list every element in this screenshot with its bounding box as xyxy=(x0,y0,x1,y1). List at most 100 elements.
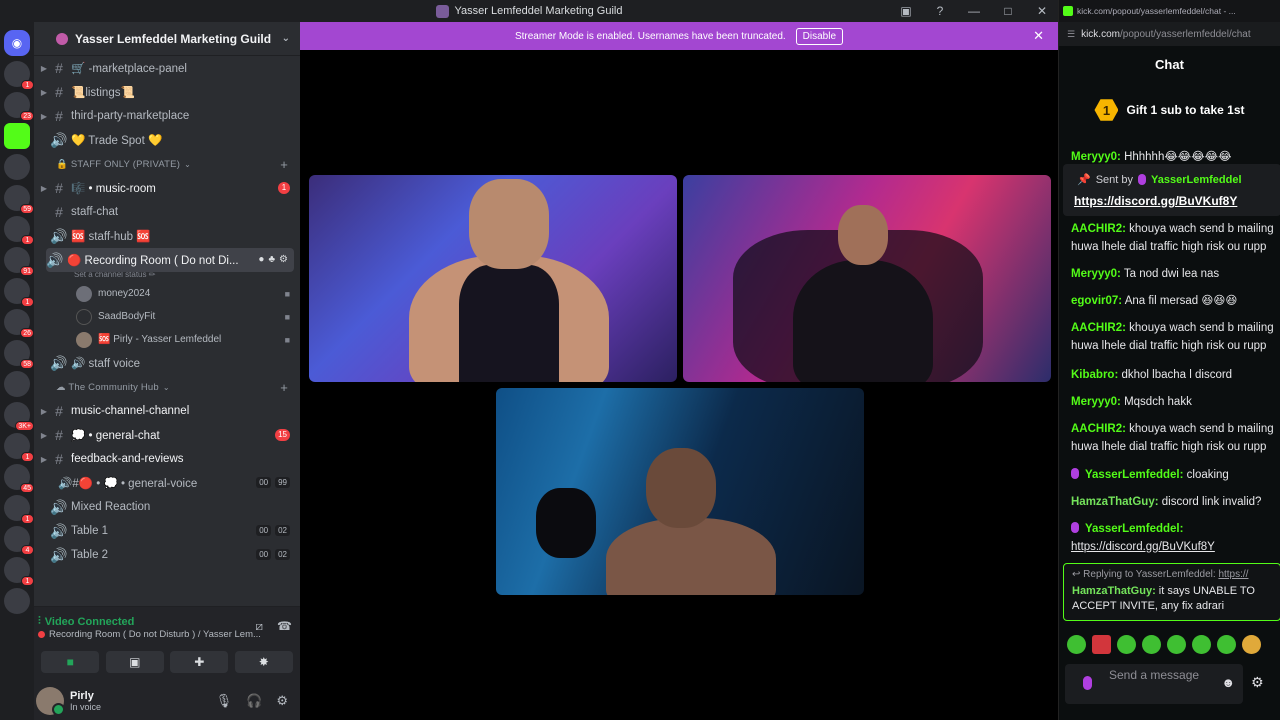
gear-icon[interactable]: ⚙ xyxy=(279,254,288,265)
chat-username[interactable]: AACHIR2: xyxy=(1071,223,1126,235)
channel-mixed-reaction[interactable]: 🔊 Mixed Reaction xyxy=(34,495,300,519)
emote-icon[interactable] xyxy=(1117,635,1136,654)
server-icon[interactable] xyxy=(4,371,30,397)
inbox-icon[interactable]: ▣ xyxy=(898,4,914,18)
chat-link[interactable]: https://discord.gg/BuVKuf8Y xyxy=(1071,541,1215,553)
gear-icon[interactable]: ⚙ xyxy=(1251,674,1264,691)
emote-icon[interactable] xyxy=(1067,635,1086,654)
server-icon[interactable]: 1 xyxy=(4,557,34,586)
chat-username[interactable]: YasserLemfeddel: xyxy=(1085,523,1183,535)
avatar[interactable] xyxy=(36,687,65,716)
chat-username[interactable]: HamzaThatGuy: xyxy=(1071,496,1159,508)
chat-bubble-icon[interactable]: ● xyxy=(258,254,264,265)
gift-sub-banner[interactable]: 1 Gift 1 sub to take 1st xyxy=(1059,90,1280,130)
user-info[interactable]: Pirly In voice xyxy=(70,690,101,712)
address-bar[interactable]: ☰ kick.com/popout/yasserlemfeddel/chat xyxy=(1059,22,1280,46)
chat-username[interactable]: AACHIR2: xyxy=(1071,322,1126,334)
pinned-message[interactable]: 📌 Sent by YasserLemfeddel https://discor… xyxy=(1063,164,1280,216)
channel-music-channel[interactable]: ▶ # music-channel-channel xyxy=(34,399,300,423)
maximize-icon[interactable]: □ xyxy=(1000,4,1016,18)
emote-icon[interactable] xyxy=(1167,635,1186,654)
video-tile[interactable] xyxy=(496,388,864,595)
channel-marketplace-panel[interactable]: ▶ # 🛒 -marketplace-panel xyxy=(34,56,300,80)
server-icon[interactable] xyxy=(4,154,30,180)
channel-table-2[interactable]: 🔊 Table 2 00 02 xyxy=(34,543,300,567)
camera-button[interactable]: ■ xyxy=(41,651,100,673)
reply-username[interactable]: HamzaThatGuy: xyxy=(1072,585,1156,597)
voice-user[interactable]: money2024 ■ xyxy=(34,282,300,305)
voice-status[interactable]: ⫶ Video Connected xyxy=(38,615,134,628)
server-icon[interactable]: 59 xyxy=(4,185,34,214)
channel-staff-hub[interactable]: 🔊 🆘 staff-hub 🆘 xyxy=(34,224,300,248)
server-icon[interactable]: 1 xyxy=(4,433,34,462)
chevron-down-icon[interactable]: ⌄ xyxy=(282,33,290,44)
disable-streamer-mode-button[interactable]: Disable xyxy=(795,27,844,45)
channel-feedback[interactable]: ▶ # feedback-and-reviews xyxy=(34,447,300,471)
chat-username[interactable]: AACHIR2: xyxy=(1071,423,1126,435)
close-icon[interactable]: ✕ xyxy=(1033,28,1044,44)
server-icon[interactable]: 23 xyxy=(4,92,34,121)
emote-icon[interactable] xyxy=(1092,635,1111,654)
help-icon[interactable]: ? xyxy=(932,4,948,18)
screen-share-button[interactable]: ▣ xyxy=(105,651,164,673)
server-icon[interactable]: 91 xyxy=(4,247,34,276)
disconnect-icon[interactable]: ☎ xyxy=(277,619,292,634)
channel-recording-room[interactable]: 🔊 🔴 Recording Room ( Do not Di... ● ♣ ⚙ xyxy=(46,248,294,272)
channel-staff-voice[interactable]: 🔊 🔊 staff voice xyxy=(34,351,300,375)
video-tile[interactable] xyxy=(309,175,677,382)
gear-icon[interactable]: ⚙ xyxy=(276,693,288,709)
category-staff-only[interactable]: 🔒 STAFF ONLY (PRIVATE) ⌄ + xyxy=(34,152,300,176)
microphone-icon[interactable]: 🎙 xyxy=(216,693,233,709)
chat-input[interactable]: Send a message ☻ xyxy=(1065,664,1243,704)
server-icon[interactable] xyxy=(4,588,30,614)
server-icon[interactable]: 1 xyxy=(4,216,34,245)
chat-username[interactable]: Meryyy0: xyxy=(1071,396,1121,408)
chat-username[interactable]: Meryyy0: xyxy=(1071,151,1121,163)
reply-link[interactable]: https:// xyxy=(1218,569,1248,580)
emote-icon[interactable] xyxy=(1192,635,1211,654)
voice-user[interactable]: SaadBodyFit ■ xyxy=(34,305,300,328)
channel-music-room[interactable]: ▶ # 🎼 • music-room 1 xyxy=(34,176,300,200)
minimize-icon[interactable]: — xyxy=(966,4,982,18)
server-icon[interactable]: 4 xyxy=(4,526,34,555)
activity-button[interactable]: ✚ xyxy=(170,651,229,673)
soundboard-button[interactable]: ✸ xyxy=(234,651,293,673)
add-channel-icon[interactable]: + xyxy=(280,380,288,395)
chat-username[interactable]: YasserLemfeddel: xyxy=(1085,469,1183,481)
emote-icon[interactable] xyxy=(1217,635,1236,654)
category-community-hub[interactable]: ☁ The Community Hub ⌄ + xyxy=(34,375,300,399)
server-icon[interactable]: 26 xyxy=(4,309,34,338)
pinned-link[interactable]: https://discord.gg/BuVKuf8Y xyxy=(1074,194,1237,208)
chat-username[interactable]: Meryyy0: xyxy=(1071,268,1121,280)
channel-general-voice[interactable]: 🔊#🔴 • 💭 • general-voice 00 99 xyxy=(34,471,300,495)
chat-username[interactable]: Kibabro: xyxy=(1071,369,1118,381)
emote-icon[interactable] xyxy=(1142,635,1161,654)
channel-table-1[interactable]: 🔊 Table 1 00 02 xyxy=(34,519,300,543)
voice-channel[interactable]: Recording Room ( Do not Disturb ) / Yass… xyxy=(38,629,261,640)
noise-suppression-icon[interactable]: ⧄ xyxy=(255,619,263,634)
emoji-icon[interactable]: ☻ xyxy=(1221,675,1235,690)
guild-header[interactable]: Yasser Lemfeddel Marketing Guild ⌄ xyxy=(34,22,300,56)
voice-user[interactable]: 🆘 Pirly - Yasser Lemfeddel ■ xyxy=(34,328,300,351)
channel-general-chat[interactable]: ▶ # 💭 • general-chat 15 xyxy=(34,423,300,447)
server-icon[interactable]: 1 xyxy=(4,61,34,90)
close-window-icon[interactable]: ✕ xyxy=(1034,4,1050,18)
server-icon[interactable]: 1 xyxy=(4,495,34,524)
server-icon[interactable]: 1 xyxy=(4,278,34,307)
channel-third-party-marketplace[interactable]: ▶ # third-party-marketplace xyxy=(34,104,300,128)
channel-trade-spot[interactable]: 🔊 💛 Trade Spot 💛 xyxy=(34,128,300,152)
channel-staff-chat[interactable]: # staff-chat xyxy=(34,200,300,224)
discord-home-icon[interactable]: ◉ xyxy=(4,30,30,56)
video-tile[interactable] xyxy=(683,175,1051,382)
invite-icon[interactable]: ♣ xyxy=(268,254,275,265)
chat-username[interactable]: egovir07: xyxy=(1071,295,1122,307)
channel-listings[interactable]: ▶ # 📜listings📜 xyxy=(34,80,300,104)
headphones-icon[interactable]: 🎧 xyxy=(246,693,262,709)
server-icon[interactable]: 58 xyxy=(4,340,34,369)
server-icon[interactable]: 3K+ xyxy=(4,402,34,431)
add-channel-icon[interactable]: + xyxy=(280,157,288,172)
server-icon[interactable]: 45 xyxy=(4,464,34,493)
kick-server-icon[interactable] xyxy=(4,123,30,149)
emote-icon[interactable] xyxy=(1242,635,1261,654)
reply-preview[interactable]: ↩ Replying to YasserLemfeddel: https:// … xyxy=(1063,563,1280,621)
